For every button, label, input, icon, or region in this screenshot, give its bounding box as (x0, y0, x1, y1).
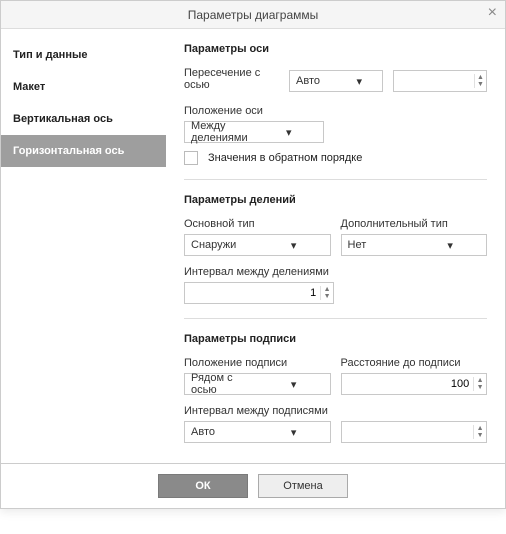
spin-down-icon[interactable]: ▼ (474, 432, 486, 439)
section-ticks-title: Параметры делений (184, 194, 487, 206)
axis-position-select[interactable]: Между делениями ▾ (184, 121, 324, 143)
tick-interval-input[interactable]: ▲▼ (184, 282, 334, 304)
cross-num-input[interactable]: ▲▼ (393, 70, 487, 92)
reverse-checkbox[interactable] (184, 151, 198, 165)
label-interval-mode-value: Авто (185, 426, 257, 438)
sidebar-item-label: Горизонтальная ось (13, 145, 124, 157)
sidebar-item-layout[interactable]: Макет (1, 71, 166, 103)
label-position-value: Рядом с осью (185, 372, 257, 396)
chart-settings-dialog: Параметры диаграммы × Тип и данные Макет… (0, 0, 506, 509)
sidebar-item-type-data[interactable]: Тип и данные (1, 39, 166, 71)
spinner[interactable]: ▲▼ (473, 425, 486, 439)
cross-select-value: Авто (290, 75, 336, 87)
reverse-label: Значения в обратном порядке (208, 152, 362, 164)
minor-type-select[interactable]: Нет ▾ (341, 234, 488, 256)
cross-label: Пересечение с осью (184, 67, 279, 91)
sidebar-item-horizontal-axis[interactable]: Горизонтальная ось (1, 135, 166, 167)
spinner[interactable]: ▲▼ (474, 74, 486, 88)
chevron-down-icon: ▾ (254, 126, 323, 139)
spinner[interactable]: ▲▼ (320, 286, 333, 300)
major-type-value: Снаружи (185, 239, 257, 251)
label-interval-input[interactable]: ▲▼ (341, 421, 488, 443)
minor-type-value: Нет (342, 239, 414, 251)
spin-up-icon[interactable]: ▲ (474, 425, 486, 432)
sidebar: Тип и данные Макет Вертикальная ось Гори… (1, 29, 166, 463)
label-interval-mode-select[interactable]: Авто ▾ (184, 421, 331, 443)
section-labels-title: Параметры подписи (184, 333, 487, 345)
label-distance-field[interactable] (342, 378, 474, 390)
chevron-down-icon: ▾ (257, 426, 330, 439)
label-distance-input[interactable]: ▲▼ (341, 373, 488, 395)
spin-down-icon[interactable]: ▼ (475, 81, 486, 88)
chevron-down-icon: ▾ (336, 75, 383, 88)
sidebar-item-vertical-axis[interactable]: Вертикальная ось (1, 103, 166, 135)
titlebar: Параметры диаграммы × (1, 1, 505, 29)
spin-up-icon[interactable]: ▲ (321, 286, 333, 293)
label-position-label: Положение подписи (184, 357, 331, 369)
major-type-select[interactable]: Снаружи ▾ (184, 234, 331, 256)
spin-up-icon[interactable]: ▲ (474, 377, 486, 384)
label-position-select[interactable]: Рядом с осью ▾ (184, 373, 331, 395)
tick-interval-label: Интервал между делениями (184, 266, 487, 278)
major-type-label: Основной тип (184, 218, 331, 230)
label-interval-field[interactable] (342, 426, 474, 438)
spin-up-icon[interactable]: ▲ (475, 74, 486, 81)
label-interval-label: Интервал между подписями (184, 405, 487, 417)
footer: ОК Отмена (1, 463, 505, 508)
label-distance-label: Расстояние до подписи (341, 357, 488, 369)
spinner[interactable]: ▲▼ (473, 377, 486, 391)
spin-down-icon[interactable]: ▼ (321, 293, 333, 300)
section-axis-title: Параметры оси (184, 43, 487, 55)
cancel-button[interactable]: Отмена (258, 474, 348, 498)
content-panel: Параметры оси Пересечение с осью Авто ▾ … (166, 29, 505, 463)
sidebar-item-label: Макет (13, 81, 45, 93)
axis-position-label: Положение оси (184, 105, 487, 117)
sidebar-item-label: Тип и данные (13, 49, 87, 61)
chevron-down-icon: ▾ (413, 239, 486, 252)
tick-interval-field[interactable] (185, 287, 320, 299)
ok-button[interactable]: ОК (158, 474, 248, 498)
cross-num-field[interactable] (394, 75, 474, 87)
spin-down-icon[interactable]: ▼ (474, 384, 486, 391)
minor-type-label: Дополнительный тип (341, 218, 488, 230)
close-icon[interactable]: × (488, 5, 497, 21)
dialog-title: Параметры диаграммы (188, 8, 319, 22)
axis-position-value: Между делениями (185, 120, 254, 144)
divider (184, 318, 487, 319)
sidebar-item-label: Вертикальная ось (13, 113, 113, 125)
chevron-down-icon: ▾ (257, 378, 330, 391)
divider (184, 179, 487, 180)
cross-select[interactable]: Авто ▾ (289, 70, 383, 92)
chevron-down-icon: ▾ (257, 239, 330, 252)
